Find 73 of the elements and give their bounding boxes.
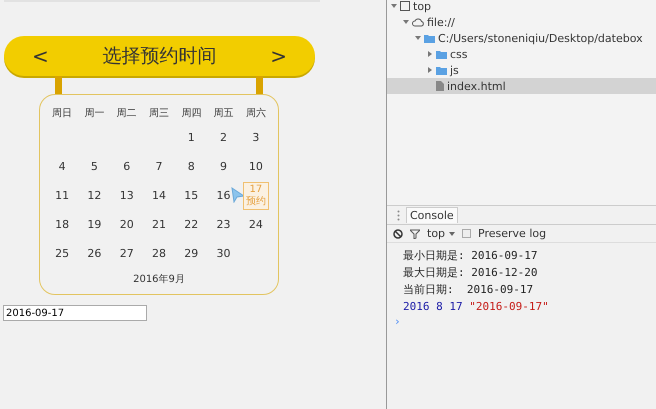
day-cell[interactable]: 26 bbox=[87, 247, 102, 260]
folder-icon bbox=[424, 34, 435, 42]
expand-arrow-icon[interactable] bbox=[427, 67, 433, 73]
dropdown-caret-icon[interactable] bbox=[449, 232, 456, 236]
weekday-label: 周日 bbox=[52, 107, 72, 120]
weekday-label: 周四 bbox=[181, 107, 202, 120]
day-cell[interactable]: 8 bbox=[188, 160, 195, 173]
pointer-icon bbox=[230, 187, 245, 203]
day-cell[interactable]: 6 bbox=[123, 160, 130, 173]
day-cell[interactable]: 7 bbox=[155, 160, 162, 173]
folder-icon bbox=[436, 66, 447, 74]
day-cell[interactable]: 21 bbox=[152, 218, 166, 231]
console-message: 当前日期: 2016-09-17 bbox=[403, 282, 534, 298]
tree-item[interactable]: js bbox=[387, 62, 656, 78]
filter-icon[interactable] bbox=[410, 228, 420, 238]
file-icon bbox=[436, 81, 444, 91]
tree-item[interactable]: file:// bbox=[387, 14, 656, 30]
day-cell[interactable]: 30 bbox=[216, 247, 231, 260]
weekday-label: 周一 bbox=[84, 107, 104, 120]
console-message: 最小日期是: 2016-09-17 bbox=[403, 248, 538, 264]
weekday-label: 周六 bbox=[246, 106, 266, 120]
picker-title: 选择预约时间 bbox=[102, 44, 216, 69]
day-cell[interactable]: 23 bbox=[216, 218, 231, 231]
more-options-icon[interactable] bbox=[397, 210, 400, 220]
date-input-field[interactable]: 2016-09-17 bbox=[3, 305, 147, 321]
weekday-label: 周三 bbox=[148, 107, 169, 120]
expand-arrow-icon[interactable] bbox=[415, 35, 421, 41]
tree-item[interactable]: top bbox=[387, 0, 656, 14]
frame-icon bbox=[400, 1, 410, 11]
day-cell[interactable]: 11 bbox=[55, 189, 70, 202]
day-cell[interactable]: 16 bbox=[216, 189, 231, 202]
day-cell[interactable]: 10 bbox=[248, 160, 263, 173]
post bbox=[55, 76, 62, 94]
day-cell[interactable]: 28 bbox=[152, 247, 166, 260]
day-cell[interactable]: 19 bbox=[87, 218, 102, 231]
post bbox=[256, 76, 263, 94]
day-cell[interactable]: 15 bbox=[184, 189, 198, 202]
day-cell[interactable]: 1 bbox=[188, 131, 195, 144]
day-cell[interactable]: 29 bbox=[184, 247, 198, 260]
month-label: 2016年9月 bbox=[132, 273, 186, 286]
day-cell[interactable]: 20 bbox=[120, 218, 134, 231]
expand-arrow-icon[interactable] bbox=[403, 19, 409, 25]
tree-item[interactable]: C:/Users/stoneniqiu/Desktop/datebox bbox=[387, 30, 656, 46]
expand-arrow-icon[interactable] bbox=[427, 51, 433, 57]
weekday-label: 周五 bbox=[214, 107, 234, 120]
folder-icon bbox=[436, 50, 447, 58]
day-cell[interactable]: 3 bbox=[252, 131, 260, 144]
day-cell[interactable]: 9 bbox=[220, 160, 228, 173]
day-cell[interactable]: 24 bbox=[248, 218, 263, 231]
day-cell[interactable]: 14 bbox=[152, 189, 166, 202]
previous-month-button[interactable]: < bbox=[32, 44, 49, 68]
console-message: 2016 8 17 "2016-09-17" bbox=[403, 299, 550, 315]
tree-item[interactable]: css bbox=[387, 46, 656, 62]
day-cell[interactable]: 5 bbox=[90, 160, 98, 173]
selected-tree-item[interactable]: index.html bbox=[387, 78, 656, 94]
console-tab[interactable]: Console bbox=[406, 207, 458, 223]
context-select[interactable]: top bbox=[427, 227, 456, 240]
expand-arrow-icon[interactable] bbox=[391, 3, 397, 9]
day-cell[interactable]: 22 bbox=[184, 218, 198, 231]
day-cell[interactable]: 4 bbox=[58, 160, 66, 173]
day-cell[interactable]: 2 bbox=[220, 131, 228, 144]
cloud-icon bbox=[412, 18, 424, 26]
day-cell[interactable]: 18 bbox=[55, 218, 70, 231]
clear-console-icon[interactable] bbox=[393, 228, 403, 238]
day-cell[interactable]: 27 bbox=[120, 247, 134, 260]
day-cell[interactable]: 12 bbox=[87, 189, 102, 202]
weekday-label: 周二 bbox=[116, 107, 137, 120]
day-cell[interactable]: 13 bbox=[120, 189, 134, 202]
preserve-log-label: Preserve log bbox=[478, 227, 546, 240]
day-cell[interactable]: 25 bbox=[55, 247, 70, 260]
next-month-button[interactable]: > bbox=[270, 44, 287, 68]
console-message: 最大日期是: 2016-12-20 bbox=[403, 265, 538, 281]
checkbox[interactable] bbox=[462, 229, 472, 238]
